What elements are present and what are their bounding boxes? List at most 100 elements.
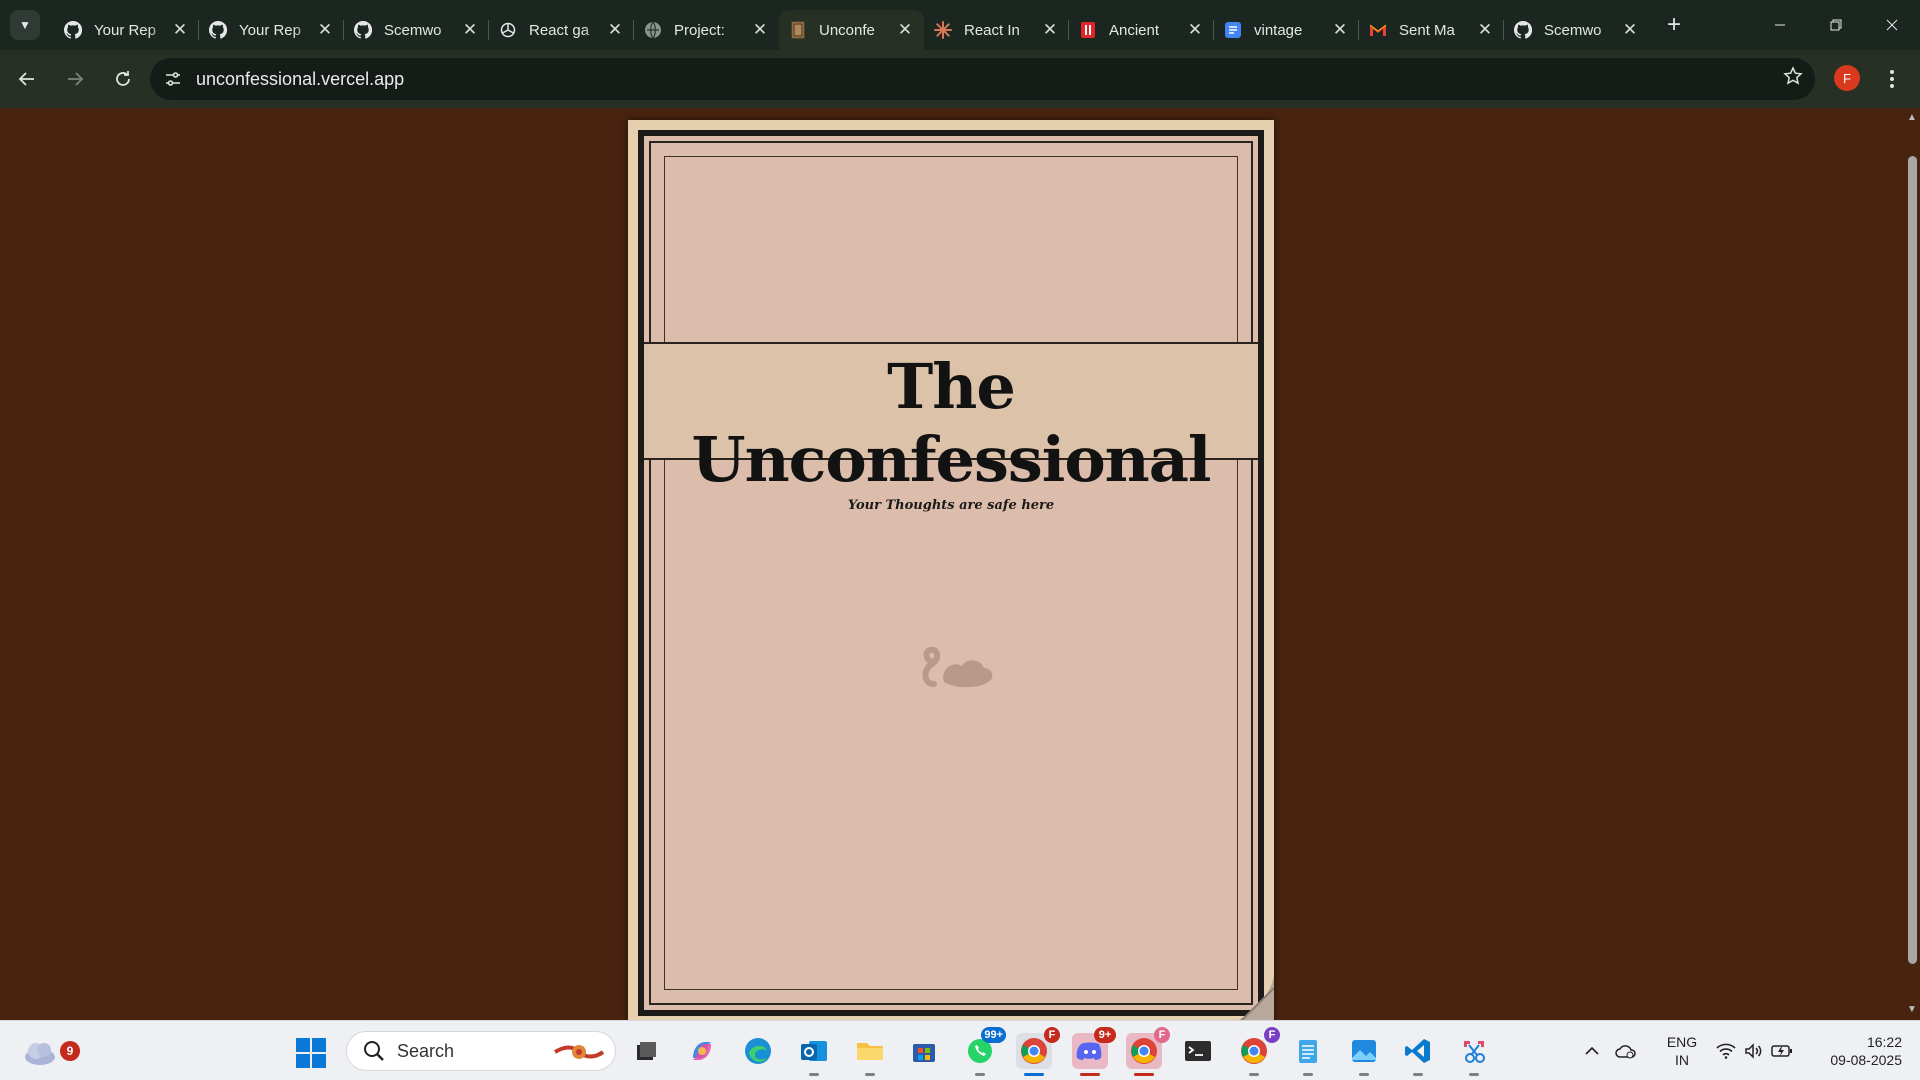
chrome-profile-icon[interactable]: F	[1126, 1027, 1170, 1076]
outlook-icon[interactable]	[796, 1033, 832, 1076]
system-clock[interactable]: 16:22 09-08-2025	[1812, 1033, 1902, 1069]
tab-ancient[interactable]: Ancient ✕	[1068, 10, 1214, 50]
discord-icon[interactable]: 9+	[1072, 1027, 1116, 1076]
restore-button[interactable]	[1808, 0, 1864, 50]
microsoft-store-icon[interactable]	[906, 1033, 942, 1069]
minimize-icon	[1775, 24, 1785, 26]
running-indicator	[865, 1073, 875, 1076]
tab-search-button[interactable]: ▼	[10, 10, 40, 40]
page-viewport: The Unconfessional Your Thoughts are saf…	[0, 108, 1920, 1026]
vscode-icon[interactable]	[1400, 1033, 1436, 1076]
language-indicator[interactable]: ENG IN	[1664, 1033, 1700, 1069]
tab-vintage[interactable]: vintage ✕	[1213, 10, 1359, 50]
running-indicator	[1413, 1073, 1423, 1076]
tab-unconfessional[interactable]: Unconfe ✕	[779, 10, 924, 50]
close-window-button[interactable]	[1864, 0, 1920, 50]
running-indicator	[1359, 1073, 1369, 1076]
new-tab-button[interactable]: +	[1659, 10, 1689, 40]
notepad-icon[interactable]	[1290, 1033, 1326, 1076]
snipping-tool-icon[interactable]	[1456, 1033, 1492, 1076]
close-icon[interactable]: ✕	[1476, 20, 1494, 40]
chrome-icon[interactable]: F	[1016, 1027, 1060, 1076]
url-text[interactable]: unconfessional.vercel.app	[196, 69, 404, 90]
address-bar[interactable]: unconfessional.vercel.app	[150, 58, 1815, 100]
tab-project[interactable]: Project: ✕	[633, 10, 779, 50]
search-highlight-icon	[553, 1045, 605, 1059]
close-icon	[1886, 19, 1898, 31]
close-icon[interactable]: ✕	[1186, 20, 1204, 40]
close-icon[interactable]: ✕	[1331, 20, 1349, 40]
github-icon	[64, 21, 82, 39]
reload-button[interactable]	[102, 58, 144, 100]
close-icon[interactable]: ✕	[316, 20, 334, 40]
weather-widget[interactable]: 9	[22, 1035, 80, 1067]
terminal-icon[interactable]	[1180, 1033, 1216, 1069]
claude-icon	[934, 21, 952, 39]
tab-scemwo-1[interactable]: Scemwo ✕	[343, 10, 489, 50]
tab-title: Your Rep	[239, 21, 301, 39]
discord-badge: 9+	[1094, 1027, 1116, 1043]
taskbar-search[interactable]: Search	[346, 1031, 616, 1071]
github-icon	[1514, 21, 1532, 39]
start-button[interactable]	[296, 1038, 326, 1068]
weather-badge: 9	[60, 1041, 80, 1061]
book-subtitle: Your Thoughts are safe here	[847, 498, 1055, 513]
kebab-menu-icon[interactable]	[1880, 64, 1904, 94]
onedrive-sync-icon[interactable]	[1612, 1037, 1640, 1065]
weather-cloud-icon	[25, 1043, 55, 1065]
book-cover[interactable]: The Unconfessional Your Thoughts are saf…	[628, 120, 1274, 1026]
reload-icon	[116, 71, 130, 86]
edge-icon[interactable]	[740, 1033, 776, 1069]
scroll-up-arrow-icon[interactable]: ▲	[1906, 112, 1918, 124]
running-indicator	[1469, 1073, 1479, 1076]
whatsapp-icon[interactable]: 99+	[962, 1027, 1006, 1076]
chevron-up-icon[interactable]	[1578, 1037, 1606, 1065]
tab-sent-mail[interactable]: Sent Ma ✕	[1358, 10, 1504, 50]
close-icon[interactable]: ✕	[606, 20, 624, 40]
tab-title: Sent Ma	[1399, 21, 1455, 39]
profile-avatar[interactable]: F	[1834, 65, 1860, 91]
google-forms-icon	[1224, 21, 1242, 39]
scroll-down-arrow-icon[interactable]: ▼	[1906, 1004, 1918, 1016]
tab-react-input[interactable]: React In ✕	[924, 10, 1069, 50]
running-indicator	[809, 1073, 819, 1076]
scroll-thumb[interactable]	[1908, 156, 1917, 964]
bookmark-star-icon[interactable]	[1783, 66, 1803, 92]
restore-icon	[1830, 19, 1842, 31]
close-icon[interactable]: ✕	[171, 20, 189, 40]
clock-date: 09-08-2025	[1830, 1052, 1902, 1068]
battery-icon	[1768, 1037, 1796, 1065]
close-icon[interactable]: ✕	[461, 20, 479, 40]
arrow-left-icon	[18, 72, 34, 86]
site-info-icon[interactable]	[158, 64, 188, 94]
browser-toolbar: unconfessional.vercel.app F	[0, 50, 1920, 108]
quick-settings[interactable]	[1712, 1021, 1796, 1080]
running-indicator	[1303, 1073, 1313, 1076]
close-icon[interactable]: ✕	[896, 20, 914, 40]
page-curl-icon[interactable]	[1224, 976, 1274, 1026]
back-button[interactable]	[6, 58, 48, 100]
photos-icon[interactable]	[1346, 1033, 1382, 1076]
close-icon[interactable]: ✕	[751, 20, 769, 40]
wifi-icon	[1712, 1037, 1740, 1065]
scrollbar[interactable]: ▲ ▼	[1904, 108, 1920, 1020]
copilot-icon[interactable]	[684, 1033, 720, 1069]
clock-time: 16:22	[1866, 1034, 1902, 1050]
book-thin-border	[664, 156, 1238, 990]
minimize-button[interactable]	[1752, 0, 1808, 50]
whatsapp-badge: 99+	[981, 1027, 1006, 1043]
tab-title: vintage	[1254, 21, 1303, 39]
chrome-profile-2-icon[interactable]: F	[1236, 1027, 1280, 1076]
close-icon[interactable]: ✕	[1041, 20, 1059, 40]
attention-indicator	[1134, 1073, 1154, 1076]
forward-button[interactable]	[54, 58, 96, 100]
tab-scemwo-2[interactable]: Scemwo ✕	[1503, 10, 1649, 50]
task-view-icon[interactable]	[628, 1033, 664, 1069]
tab-react-game[interactable]: React ga ✕	[488, 10, 634, 50]
close-icon[interactable]: ✕	[1621, 20, 1639, 40]
tab-title: React ga	[529, 21, 590, 39]
tab-github-repo-2[interactable]: Your Rep ✕	[198, 10, 344, 50]
tab-title: Ancient	[1109, 21, 1160, 39]
file-explorer-icon[interactable]	[852, 1033, 888, 1076]
tab-github-repo-1[interactable]: Your Rep ✕	[54, 10, 199, 50]
